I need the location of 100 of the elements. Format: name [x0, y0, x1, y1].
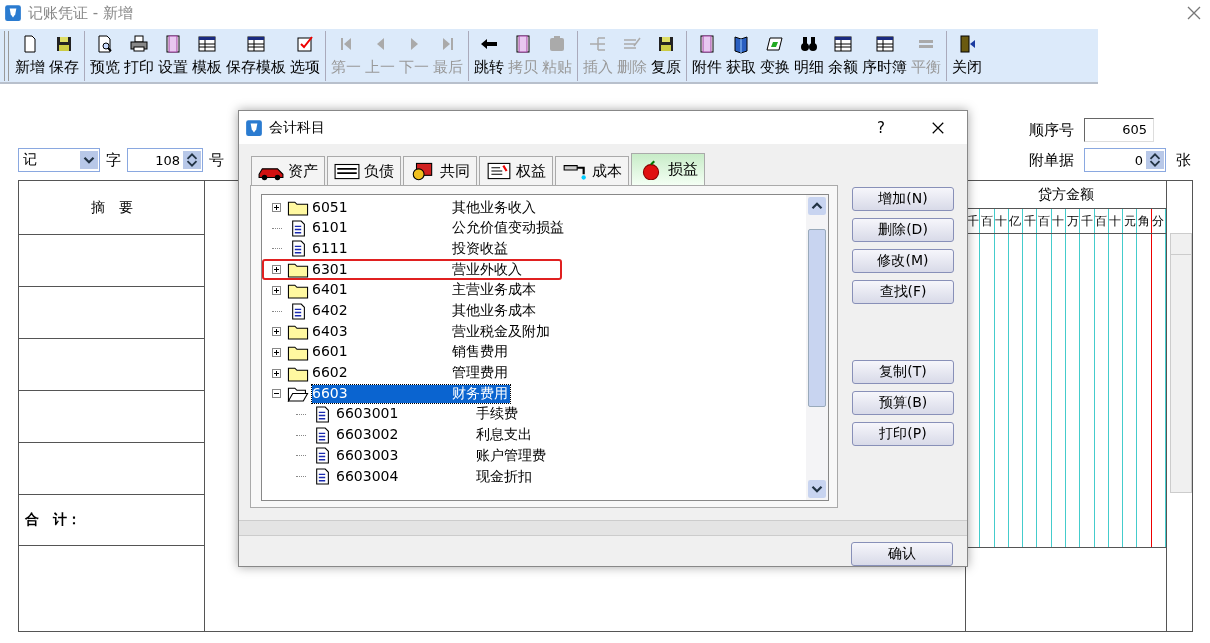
expand-icon[interactable] [272, 285, 281, 295]
tree-item[interactable]: 6602 管理费用 [312, 364, 510, 383]
sequence-field[interactable]: 605 [1084, 118, 1154, 142]
digit-header: 十 [994, 209, 1009, 233]
tree-item[interactable]: 6603003 账户管理费 [336, 446, 548, 465]
page-icon [513, 34, 533, 54]
expand-icon[interactable] [272, 347, 281, 357]
open-folder-icon [287, 385, 309, 403]
toolbar-button[interactable]: 变换 [758, 34, 792, 77]
tree-item[interactable]: 6601 销售费用 [312, 343, 510, 362]
expand-icon[interactable] [272, 203, 281, 213]
toolbar-button[interactable]: 选项 [288, 34, 322, 77]
table-icon [197, 34, 217, 54]
credit-card-icon [334, 161, 360, 182]
expand-icon[interactable] [272, 327, 281, 337]
voucher-type-combo[interactable]: 记 [18, 148, 100, 172]
tree-item[interactable]: 6603004 现金折扣 [336, 467, 534, 486]
digit-header: 亿 [1008, 209, 1024, 233]
toolbar-button[interactable]: 保存模板 [224, 34, 288, 77]
tab[interactable]: 损益 [631, 153, 705, 186]
app-icon [4, 4, 22, 22]
printer-icon [129, 34, 149, 54]
digit-header: 百 [1094, 209, 1109, 233]
tree-item[interactable]: 6051 其他业务收入 [312, 198, 538, 217]
dialog-button[interactable]: 修改(M) [852, 249, 954, 274]
attachments-suffix: 张 [1176, 150, 1191, 170]
digit-header: 万 [1065, 209, 1081, 233]
tree-item[interactable]: 6603002 利息支出 [336, 426, 534, 445]
table-icon [246, 34, 266, 54]
dialog-button[interactable]: 复制(T) [852, 360, 954, 385]
window-title: 记账凭证 - 新增 [28, 3, 133, 23]
attachments-spinner[interactable]: 0 [1084, 148, 1166, 172]
toolbar-button[interactable]: 关闭 [950, 34, 984, 77]
toolbar-button[interactable]: 明细 [792, 34, 826, 77]
tree-item[interactable]: 6603 财务费用 [312, 384, 510, 403]
certificate-icon [486, 161, 512, 182]
vertical-scrollbar[interactable] [1170, 233, 1192, 493]
toolbar-button[interactable]: 保存 [47, 34, 81, 77]
vertical-scrollbar[interactable] [806, 195, 828, 500]
door-icon [957, 34, 977, 54]
tab[interactable]: 负债 [327, 156, 401, 186]
dialog-button[interactable]: 打印(P) [852, 422, 954, 447]
spinner-arrows-icon [183, 150, 201, 170]
expand-icon[interactable] [272, 265, 281, 275]
book-icon [731, 34, 751, 54]
clipboard-icon [547, 34, 567, 54]
dropdown-icon [80, 150, 98, 170]
toolbar-button[interactable]: 新增 [13, 34, 47, 77]
toolbar-button[interactable]: 打印 [122, 34, 156, 77]
toolbar-button[interactable]: 附件 [690, 34, 724, 77]
tree-item[interactable]: 6401 主营业务成本 [312, 281, 538, 300]
page-icon [163, 34, 183, 54]
binoculars-icon [799, 34, 819, 54]
dialog-title: 会计科目 [269, 118, 325, 137]
tab[interactable]: 资产 [251, 156, 325, 186]
toolbar-button[interactable]: 余额 [826, 34, 860, 77]
card-icon [765, 34, 785, 54]
confirm-button[interactable]: 确认 [851, 542, 953, 566]
collapse-icon[interactable] [272, 389, 281, 399]
column-header: 摘 要 [19, 181, 204, 235]
folder-icon [287, 261, 309, 279]
dialog-button[interactable]: 查找(F) [852, 280, 954, 305]
dialog-button[interactable]: 预算(B) [852, 391, 954, 416]
tree-item[interactable]: 6403 营业税金及附加 [312, 322, 552, 341]
tree-item[interactable]: 6603001 手续费 [336, 405, 520, 424]
sequence-label: 顺序号 [1029, 120, 1074, 140]
table-icon [874, 34, 895, 54]
tree-item[interactable]: 6402 其他业务成本 [312, 302, 538, 321]
digit-header: 千 [1080, 209, 1095, 233]
number-suffix: 号 [209, 150, 224, 170]
digit-header: 分 [1151, 209, 1166, 233]
voucher-number-spinner[interactable]: 108 [127, 148, 203, 172]
help-button[interactable]: ? [877, 118, 885, 137]
dialog-button[interactable]: 增加(N) [852, 187, 954, 212]
digit-header: 千 [1023, 209, 1038, 233]
tab[interactable]: 共同 [403, 156, 477, 186]
table-icon [833, 34, 853, 54]
type-suffix: 字 [106, 150, 121, 170]
checkbox-icon [295, 34, 315, 54]
toolbar-button[interactable]: 获取 [724, 34, 758, 77]
toolbar-button[interactable]: 模板 [190, 34, 224, 77]
toolbar-button[interactable]: 预览 [88, 34, 122, 77]
scroll-up-icon[interactable] [808, 197, 826, 216]
toolbar-button[interactable]: 跳转 [472, 34, 506, 77]
toolbar-button[interactable]: 序时簿 [860, 34, 909, 77]
close-icon[interactable] [931, 120, 945, 135]
folder-icon [287, 323, 309, 341]
tab[interactable]: 权益 [479, 156, 553, 186]
tree-item[interactable]: 6101 公允价值变动损益 [312, 219, 566, 238]
tree-item[interactable]: 6111 投资收益 [312, 239, 510, 258]
scroll-down-icon[interactable] [808, 480, 826, 498]
tab[interactable]: 成本 [555, 156, 629, 186]
folder-icon [287, 199, 309, 217]
spinner-arrows-icon [1146, 150, 1164, 170]
digit-header: 百 [1037, 209, 1052, 233]
dialog-button[interactable]: 删除(D) [852, 218, 954, 243]
app-icon [245, 118, 263, 137]
toolbar-button[interactable]: 复原 [649, 34, 683, 77]
toolbar-button[interactable]: 设置 [156, 34, 190, 77]
expand-icon[interactable] [272, 368, 281, 378]
